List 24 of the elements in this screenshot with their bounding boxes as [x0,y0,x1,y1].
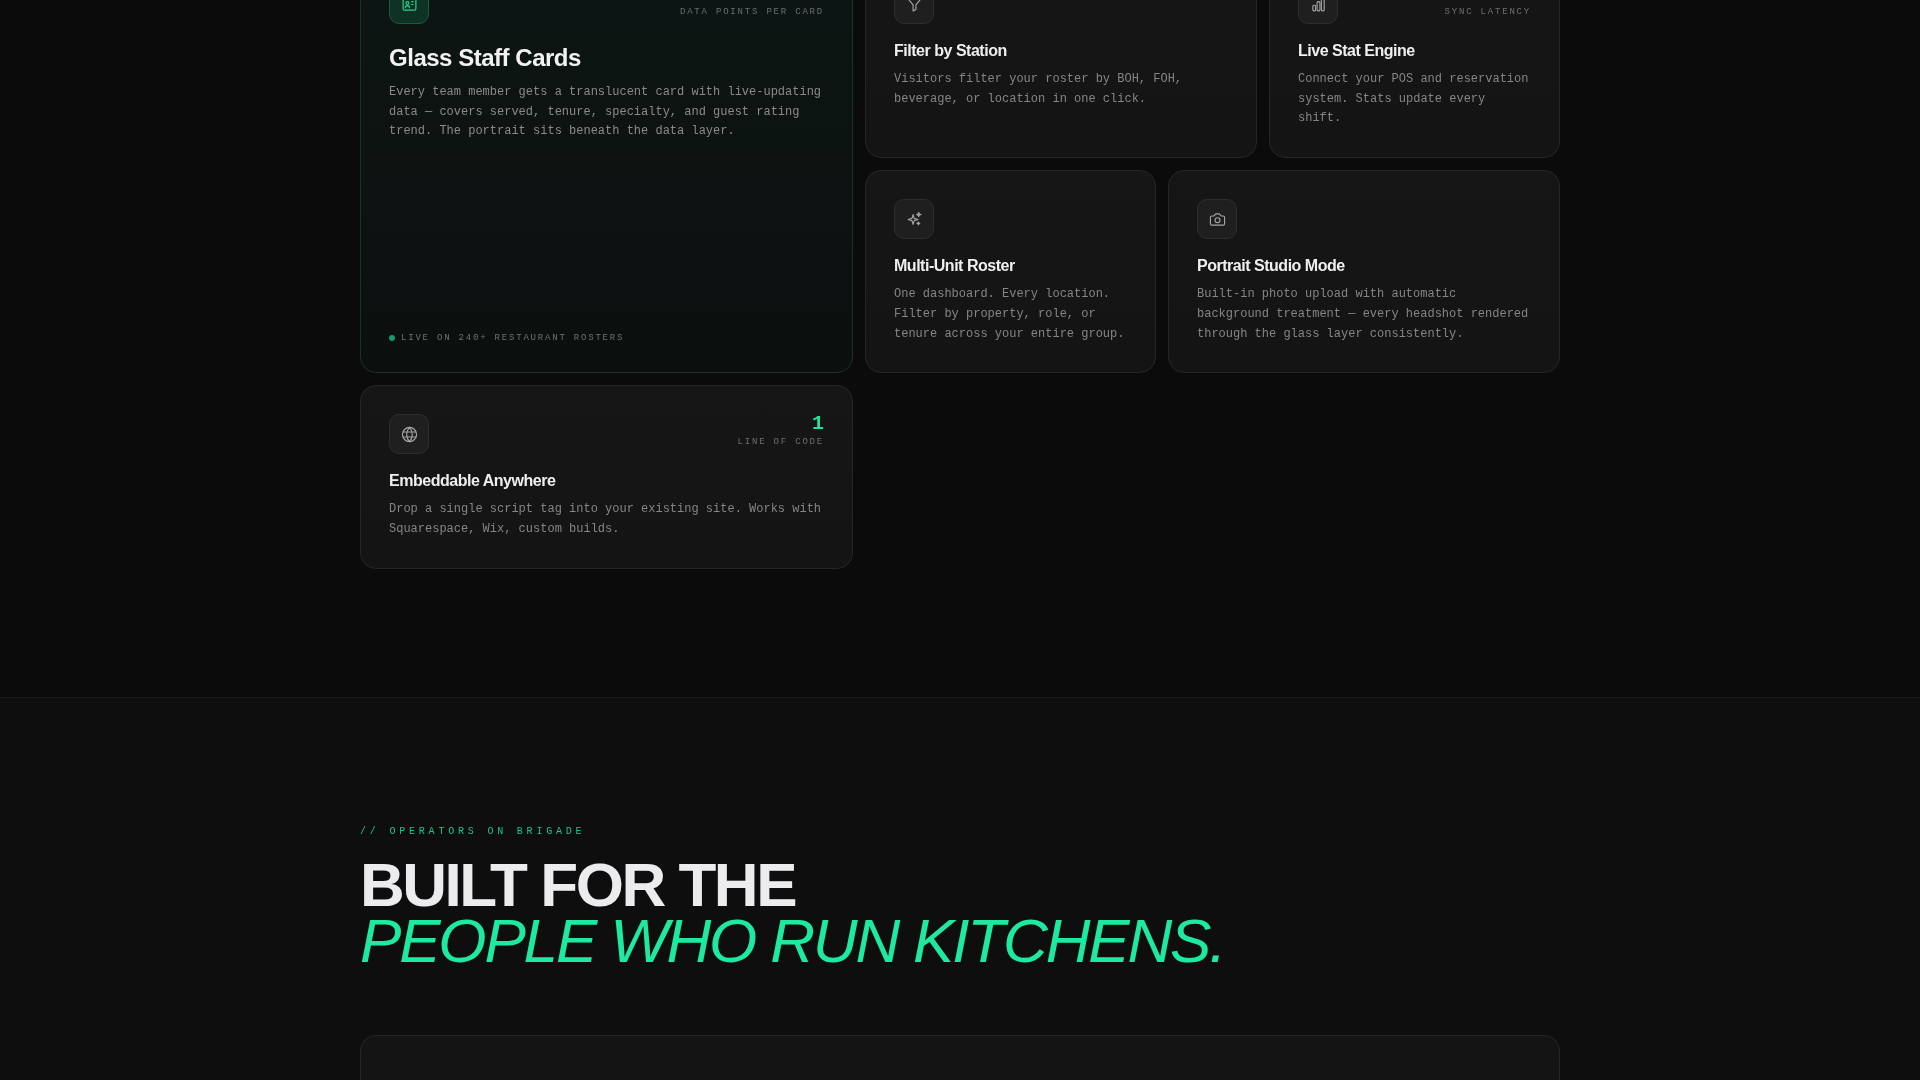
camera-icon [1197,199,1237,240]
status-dot-icon [389,335,395,342]
sparkles-icon [894,199,934,240]
card-title: Portrait Studio Mode [1197,256,1346,277]
stat-value: 1 [812,414,824,435]
stat-label: DATA POINTS PER CARD [679,7,824,18]
card-title: Live Stat Engine [1298,41,1416,61]
card-title: Filter by Station [894,41,1008,61]
card-title: Embeddable Anywhere [389,471,557,492]
section-eyebrow: // OPERATORS ON BRIGADE [360,824,587,839]
stat-label: SYNC LATENCY [1444,7,1531,18]
card-title: Glass Staff Cards [389,44,582,73]
card-description: Connect your POS and reservation system. Stats update every shift. [1298,70,1530,128]
headline-text: BUILT FOR THE [360,856,797,913]
headline-accent-text: PEOPLE WHO RUN KITCHENS. [360,912,1226,969]
card-description: Every team member gets a translucent card with live-updating data — covers served, tenure, specialty, and guest rating trend. The portrait sits beneath the data layer. [389,83,823,141]
live-status-text: LIVE ON 240+ RESTAURANT ROSTERS [401,332,625,345]
card-description: Drop a single script tag into your existing site. Works with Squarespace, Wix, custom builds. [389,501,823,538]
card-description: Built-in photo upload with automatic background treatment — every headshot rendered through the glass layer consistently. [1197,286,1530,343]
card-title: Multi-Unit Roster [894,256,1016,277]
stat-label: LINE OF CODE [737,437,824,449]
card-description: One dashboard. Every location. Filter by property, role, or tenure across your entire group. [894,286,1126,343]
globe-icon [389,414,429,455]
card-description: Visitors filter your roster by BOH, FOH, beverage, or location in one click. [894,70,1184,108]
